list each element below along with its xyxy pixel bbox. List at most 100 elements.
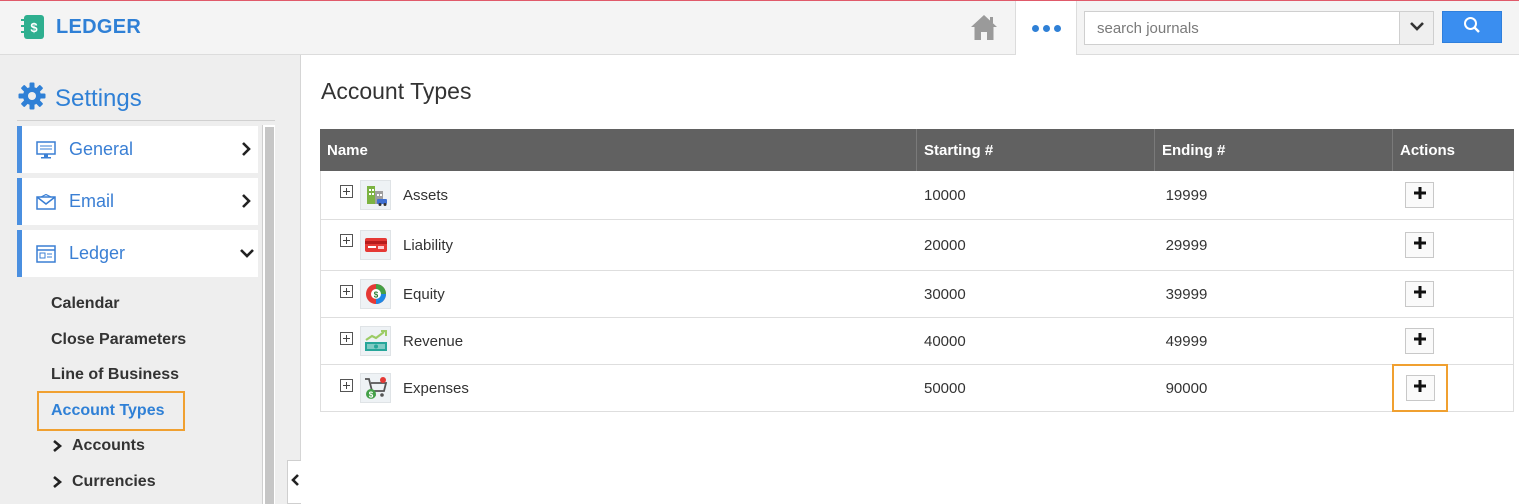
plus-icon (1413, 186, 1427, 204)
table-row: Revenue 40000 49999 (320, 318, 1514, 365)
account-type-name: Assets (403, 186, 449, 204)
cell-actions (1392, 171, 1513, 219)
add-button[interactable] (1405, 281, 1435, 307)
brand-name: LEDGER (56, 15, 142, 38)
cell-starting: 30000 (923, 285, 966, 303)
settings-header: Settings (17, 81, 142, 116)
table-row: Liability 20000 29999 (320, 220, 1514, 271)
sidebar-item-general[interactable]: General (17, 126, 258, 173)
expand-row-icon[interactable] (340, 185, 353, 198)
cell-starting: 20000 (923, 236, 966, 254)
sidebar-subitem-line-of-business[interactable]: Line of Business (51, 366, 179, 384)
chevron-right-icon (238, 192, 254, 210)
expand-row-icon[interactable] (340, 234, 353, 247)
cell-ending: 29999 (1165, 236, 1208, 254)
search-icon (1463, 16, 1481, 39)
add-button[interactable] (1405, 375, 1435, 401)
sidebar-item-label: Ledger (69, 243, 126, 263)
cell-name: Revenue (321, 318, 917, 364)
brand[interactable]: $ LEDGER (19, 12, 141, 42)
cell-actions (1392, 364, 1513, 412)
column-header-starting[interactable]: Starting # (917, 129, 1155, 171)
table-header: Name Starting # Ending # Actions (320, 129, 1514, 171)
cell-ending: 49999 (1165, 332, 1208, 350)
settings-title: Settings (55, 84, 142, 112)
cell-name: $ Expenses (321, 365, 917, 411)
settings-sidebar: Settings General Email Ledger Calendar C… (0, 55, 301, 504)
sidebar-tree-label: Currencies (72, 473, 156, 490)
plus-icon (1413, 379, 1427, 397)
column-header-actions: Actions (1400, 141, 1456, 159)
monitor-icon (36, 139, 58, 161)
chevron-right-icon (51, 475, 63, 489)
home-icon (969, 13, 999, 46)
sidebar-tree-accounts[interactable]: Accounts (51, 437, 145, 455)
expand-row-icon[interactable] (340, 379, 353, 392)
cell-ending: 19999 (1165, 186, 1208, 204)
cell-name: Assets (321, 171, 917, 219)
envelope-icon (36, 191, 58, 213)
more-dot (1042, 24, 1050, 32)
building-icon (360, 180, 391, 210)
table-row: $ Expenses 50000 90000 (320, 364, 1514, 412)
sidebar-tree-currencies[interactable]: Currencies (51, 473, 156, 491)
plus-icon (1413, 285, 1427, 303)
more-dots-icon (1031, 24, 1039, 32)
top-bar: $ LEDGER (0, 0, 1519, 55)
cell-starting: 50000 (923, 379, 966, 397)
sidebar-tree-label: Accounts (72, 437, 145, 454)
account-type-name: Liability (403, 236, 454, 254)
sidebar-item-ledger[interactable]: Ledger (17, 230, 258, 277)
sidebar-item-label: Email (69, 191, 115, 211)
cell-starting: 10000 (923, 186, 966, 204)
search-input[interactable] (1085, 12, 1399, 44)
add-button[interactable] (1405, 182, 1435, 208)
column-header-name[interactable]: Name (320, 129, 917, 171)
table-row: $ Equity 30000 39999 (320, 271, 1514, 318)
more-menu-button[interactable] (1015, 1, 1077, 55)
gear-icon (17, 81, 47, 116)
sidebar-collapse-button[interactable] (287, 460, 301, 504)
sidebar-scrollbar-thumb[interactable] (265, 127, 274, 504)
add-button[interactable] (1405, 328, 1435, 354)
more-dot (1053, 24, 1061, 32)
account-type-name: Expenses (403, 379, 469, 397)
page-title: Account Types (321, 78, 472, 104)
cell-name: Liability (321, 220, 917, 270)
money-growth-icon (360, 326, 391, 356)
credit-card-icon (360, 230, 391, 260)
account-type-name: Revenue (403, 332, 464, 350)
chevron-down-icon (238, 246, 254, 264)
svg-text:$: $ (368, 391, 373, 400)
chevron-right-icon (238, 140, 254, 158)
account-types-table: Name Starting # Ending # Actions Assets … (320, 129, 1514, 412)
cell-actions (1392, 271, 1513, 317)
expand-row-icon[interactable] (340, 332, 353, 345)
shopping-cart-dollar-icon: $ (360, 373, 391, 403)
search-button[interactable] (1442, 11, 1502, 43)
search-box (1084, 11, 1434, 45)
divider (17, 120, 275, 121)
account-type-name: Equity (403, 285, 445, 303)
svg-text:$: $ (373, 291, 378, 300)
sidebar-subitem-account-types[interactable]: Account Types (51, 402, 165, 420)
cell-actions (1392, 318, 1513, 364)
chevron-down-icon (1409, 19, 1425, 37)
home-button[interactable] (966, 13, 1002, 45)
cell-ending: 39999 (1165, 285, 1208, 303)
expand-row-icon[interactable] (340, 285, 353, 298)
cell-ending: 90000 (1165, 379, 1208, 397)
sidebar-subitem-calendar[interactable]: Calendar (51, 295, 119, 313)
column-header-ending[interactable]: Ending # (1155, 129, 1393, 171)
sidebar-item-email[interactable]: Email (17, 178, 258, 225)
main-content: Account Types Name Starting # Ending # A… (302, 55, 1519, 504)
ledger-icon (36, 243, 58, 265)
chevron-right-icon (51, 439, 63, 453)
highlighted-action (1392, 364, 1449, 412)
cell-actions (1392, 220, 1513, 270)
search-dropdown-button[interactable] (1399, 12, 1433, 44)
sidebar-subitem-close-parameters[interactable]: Close Parameters (51, 331, 186, 349)
add-button[interactable] (1405, 232, 1435, 258)
plus-icon (1413, 332, 1427, 350)
cell-name: $ Equity (321, 271, 917, 317)
